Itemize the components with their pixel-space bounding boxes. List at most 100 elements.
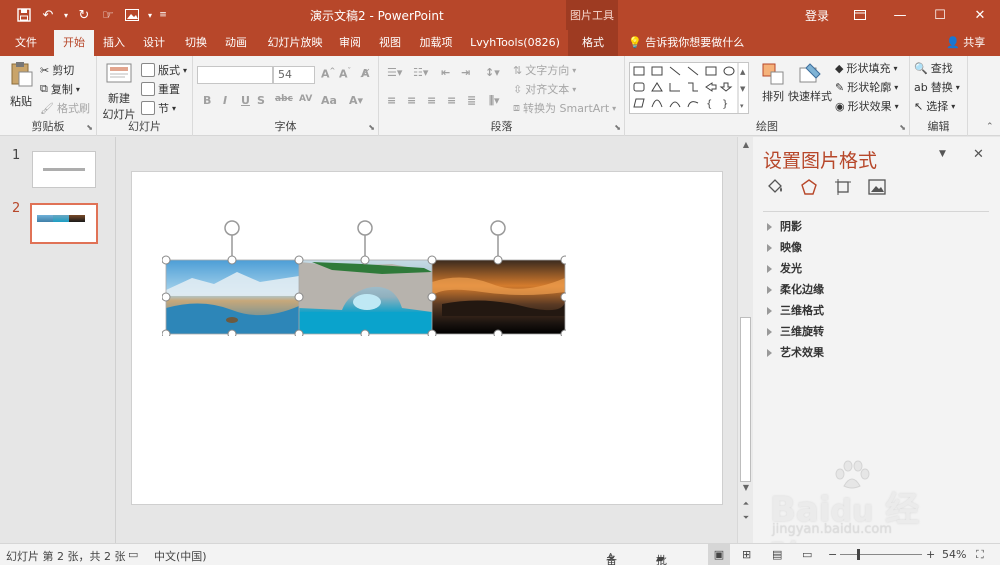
tab-home[interactable]: 开始: [54, 30, 94, 56]
distributed-icon[interactable]: ≣: [467, 94, 476, 107]
launcher-icon[interactable]: ⬊: [899, 123, 906, 132]
slideshow-icon[interactable]: ▭: [802, 548, 812, 561]
picture-lake[interactable]: [166, 260, 299, 334]
shape-effects-button[interactable]: ◉ 形状效果 ▾: [835, 98, 899, 114]
clear-format-icon[interactable]: A̸: [361, 67, 370, 80]
cut-button[interactable]: ✂ 剪切: [40, 62, 74, 78]
zoom-slider-handle[interactable]: [857, 549, 860, 560]
select-button[interactable]: ↖ 选择 ▾: [914, 98, 955, 114]
vertical-scrollbar[interactable]: ▲ ▼ ⏶ ⏷: [737, 137, 753, 543]
reading-view-icon[interactable]: ▤: [772, 548, 782, 561]
slide-sorter-icon[interactable]: ⊞: [742, 548, 751, 561]
dropdown-icon[interactable]: ▾: [146, 5, 154, 25]
text-direction-button[interactable]: ⇅ 文字方向 ▾: [513, 62, 576, 78]
font-name-combo[interactable]: [197, 66, 273, 84]
strikethrough-icon[interactable]: abc: [275, 94, 293, 104]
shrink-font-icon[interactable]: Aˇ: [339, 67, 351, 81]
scroll-up-icon[interactable]: ▲: [738, 140, 754, 149]
font-color-icon[interactable]: A▾: [349, 94, 363, 107]
size-properties-icon[interactable]: [833, 177, 853, 197]
share-button[interactable]: 👤 共享: [946, 30, 985, 56]
ribbon-display-icon[interactable]: [840, 0, 880, 30]
selected-pictures[interactable]: [162, 212, 566, 336]
replace-button[interactable]: ab 替换 ▾: [914, 79, 960, 95]
redo-icon[interactable]: ↻: [74, 5, 94, 25]
picture-sunset[interactable]: [432, 260, 565, 334]
picture-icon[interactable]: [122, 5, 142, 25]
section-glow[interactable]: 发光: [767, 260, 802, 276]
picture-sea-arch[interactable]: [299, 260, 432, 334]
bullets-icon[interactable]: ☰▾: [387, 66, 402, 79]
slide-thumbnail-1[interactable]: [32, 151, 96, 188]
tab-file[interactable]: 文件: [6, 30, 46, 56]
section-button[interactable]: 节 ▾: [141, 100, 176, 116]
normal-view-icon[interactable]: ▣: [708, 544, 730, 565]
section-reflection[interactable]: 映像: [767, 239, 802, 255]
spacing-icon[interactable]: AV: [299, 94, 312, 104]
previous-slide-icon[interactable]: ⏶: [738, 499, 754, 509]
launcher-icon[interactable]: ⬊: [368, 123, 375, 132]
align-center-icon[interactable]: ≡: [407, 94, 416, 107]
columns-icon[interactable]: ⫼▾: [489, 94, 500, 108]
layout-button[interactable]: 版式 ▾: [141, 62, 187, 78]
format-painter-button[interactable]: 🖌 格式刷: [40, 100, 90, 116]
tell-me-box[interactable]: 💡 告诉我你想要做什么: [628, 30, 744, 56]
zoom-out-icon[interactable]: −: [828, 548, 837, 561]
language[interactable]: 中文(中国): [154, 548, 207, 564]
copy-button[interactable]: ⧉ 复制 ▾: [40, 81, 80, 97]
shape-fill-button[interactable]: ◆ 形状填充 ▾: [835, 60, 897, 76]
numbering-icon[interactable]: ☷▾: [413, 66, 428, 79]
collapse-ribbon-icon[interactable]: ⌃: [986, 122, 994, 132]
undo-icon[interactable]: ↶: [38, 5, 58, 25]
section-3d-format[interactable]: 三维格式: [767, 302, 824, 318]
fit-slide-icon[interactable]: ⛶: [976, 548, 984, 562]
shapes-gallery[interactable]: {} ▲ ▼ ▾: [629, 62, 749, 114]
dropdown-icon[interactable]: ▾: [62, 5, 70, 25]
increase-indent-icon[interactable]: ⇥: [461, 66, 470, 79]
pane-options-icon[interactable]: ▼: [939, 149, 946, 159]
next-slide-icon[interactable]: ⏷: [738, 513, 754, 523]
shadow-icon[interactable]: S: [257, 94, 265, 107]
tab-addins[interactable]: 加载项: [414, 30, 458, 56]
minimize-icon[interactable]: —: [880, 0, 920, 30]
section-soft-edges[interactable]: 柔化边缘: [767, 281, 824, 297]
tab-review[interactable]: 审阅: [334, 30, 366, 56]
save-icon[interactable]: [14, 5, 34, 25]
scrollbar-thumb[interactable]: [740, 317, 751, 482]
tab-lvyhtools[interactable]: LvyhTools(0826): [466, 30, 564, 56]
tab-slideshow[interactable]: 幻灯片放映: [262, 30, 328, 56]
close-pane-icon[interactable]: ✕: [973, 147, 984, 162]
fill-line-icon[interactable]: [765, 177, 785, 197]
shape-outline-button[interactable]: ✎ 形状轮廓 ▾: [835, 79, 898, 95]
effects-pentagon-icon[interactable]: [799, 177, 819, 197]
grow-font-icon[interactable]: A^: [321, 67, 335, 81]
align-left-icon[interactable]: ≡: [387, 94, 396, 107]
bold-icon[interactable]: B: [203, 94, 211, 107]
convert-smartart-button[interactable]: ⧈ 转换为 SmartArt ▾: [513, 100, 616, 116]
slide-canvas[interactable]: [131, 171, 723, 505]
section-artistic-effects[interactable]: 艺术效果: [767, 344, 824, 360]
picture-icon[interactable]: [867, 177, 887, 197]
zoom-slider[interactable]: [840, 554, 922, 555]
tab-design[interactable]: 设计: [136, 30, 172, 56]
launcher-icon[interactable]: ⬊: [86, 123, 93, 132]
section-shadow[interactable]: 阴影: [767, 218, 802, 234]
justify-icon[interactable]: ≡: [447, 94, 456, 107]
new-slide-button[interactable]: 新建 幻灯片: [101, 60, 137, 122]
align-text-button[interactable]: ⇳ 对齐文本 ▾: [513, 81, 576, 97]
tab-animations[interactable]: 动画: [218, 30, 254, 56]
zoom-in-icon[interactable]: +: [926, 548, 935, 561]
arrange-button[interactable]: 排列: [759, 62, 787, 104]
paste-button[interactable]: 粘贴: [6, 60, 36, 109]
close-icon[interactable]: ✕: [960, 0, 1000, 30]
tab-view[interactable]: 视图: [374, 30, 406, 56]
find-button[interactable]: 🔍 查找: [914, 60, 953, 76]
align-right-icon[interactable]: ≡: [427, 94, 436, 107]
zoom-level[interactable]: 54%: [942, 548, 966, 561]
section-3d-rotation[interactable]: 三维旋转: [767, 323, 824, 339]
italic-icon[interactable]: I: [223, 94, 227, 107]
touch-icon[interactable]: ☞: [98, 5, 118, 25]
decrease-indent-icon[interactable]: ⇤: [441, 66, 450, 79]
tab-transitions[interactable]: 切换: [178, 30, 214, 56]
launcher-icon[interactable]: ⬊: [614, 123, 621, 132]
